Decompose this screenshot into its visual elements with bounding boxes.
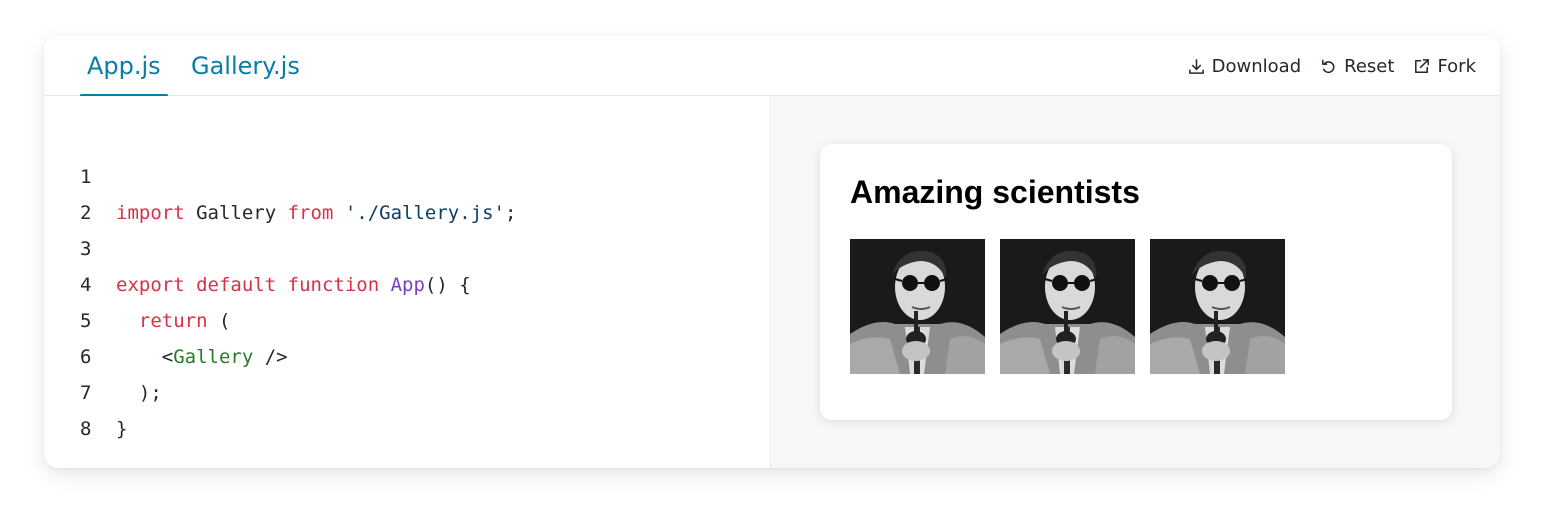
reset-button[interactable]: Reset (1319, 56, 1394, 77)
keyword-token: function (287, 274, 380, 296)
code-editor[interactable]: 1 import Gallery from './Gallery.js'; 2 … (44, 96, 771, 468)
download-label: Download (1211, 55, 1302, 77)
scientist-photo (1000, 239, 1135, 374)
keyword-token: return (138, 310, 208, 332)
code-token: /> (253, 346, 288, 368)
fork-button[interactable]: Fork (1412, 56, 1476, 77)
download-button[interactable]: Download (1187, 56, 1301, 77)
fork-label: Fork (1437, 55, 1476, 77)
code-token: ( (207, 310, 231, 332)
line-number: 8 (80, 418, 92, 440)
keyword-token: from (287, 202, 334, 224)
tab-gallery-js[interactable]: Gallery.js (191, 36, 300, 96)
keyword-token: export (116, 274, 185, 296)
scientist-photo (1150, 239, 1285, 374)
code-line: 3 export default function App() { (44, 195, 471, 296)
indent-token (116, 346, 162, 368)
page-heading: Amazing scientists (850, 174, 1140, 210)
reset-icon (1322, 59, 1335, 73)
tab-app-js[interactable]: App.js (80, 36, 168, 97)
code-line: 1 import Gallery from './Gallery.js'; (44, 123, 516, 224)
code-token: ); (116, 382, 162, 404)
download-icon (1188, 58, 1204, 74)
code-line: 8 (44, 375, 113, 440)
keyword-token: import (116, 202, 185, 224)
jsx-tag-token: Gallery (173, 346, 254, 368)
preview-pane: Amazing scientists (772, 96, 1500, 468)
keyword-token: default (196, 274, 277, 296)
indent-token (116, 310, 139, 332)
external-link-icon (1415, 58, 1430, 73)
sandpack-container: App.js Gallery.js Download Reset Fork 1 … (44, 36, 1500, 468)
reset-label: Reset (1344, 55, 1395, 77)
code-line: 5 <Gallery /> (44, 267, 288, 368)
code-token: < (161, 346, 174, 368)
code-line: 7 } (44, 339, 127, 440)
function-name-token: App (390, 274, 425, 296)
code-token: Gallery (184, 202, 288, 224)
code-token: } (116, 418, 128, 440)
code-token: () { (424, 274, 471, 296)
preview-card: Amazing scientists (820, 144, 1452, 420)
string-token: './Gallery.js' (344, 202, 505, 224)
gallery (850, 239, 1285, 374)
code-line: 6 ); (44, 303, 162, 404)
code-token: ; (504, 202, 517, 224)
scientist-photo (850, 239, 985, 374)
editor-toolbar: App.js Gallery.js Download Reset Fork (44, 36, 1500, 97)
code-line: 4 return ( (44, 231, 230, 332)
toolbar-actions: Download Reset Fork (1187, 36, 1476, 96)
code-line: 2 (44, 159, 113, 224)
